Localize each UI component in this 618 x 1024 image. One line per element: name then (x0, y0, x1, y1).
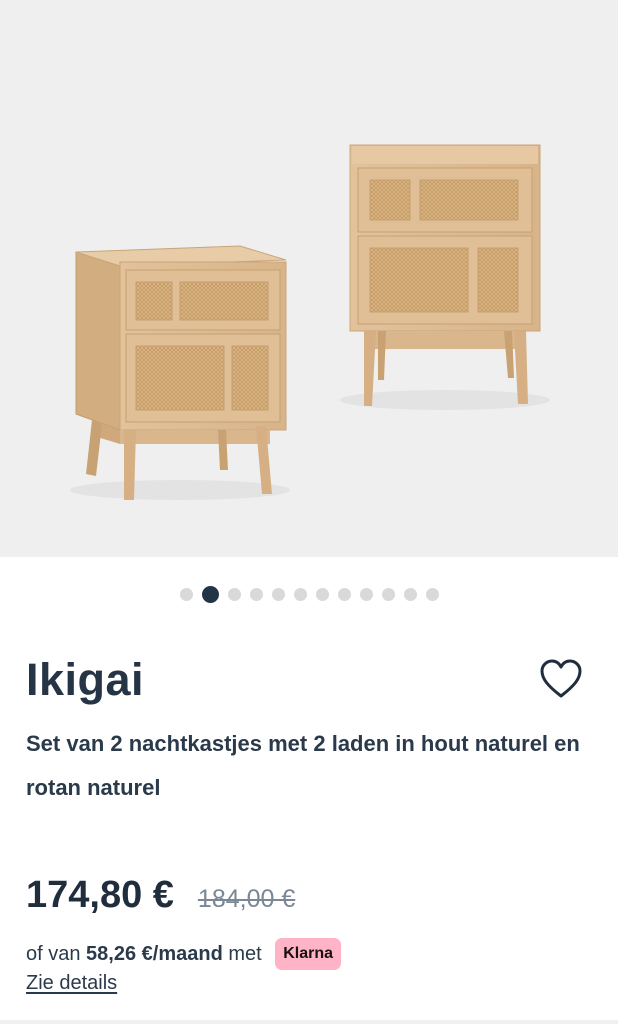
product-title: Set van 2 nachtkastjes met 2 laden in ho… (26, 731, 580, 800)
brand-name: Ikigai (26, 654, 145, 705)
carousel-dots (0, 585, 618, 603)
carousel-dot[interactable] (271, 587, 285, 601)
details-link[interactable]: Zie details (26, 972, 117, 995)
installment-info: of van 58,26 €/maand met Klarna (26, 938, 342, 970)
price-row: 174,80 € 184,00 € (26, 874, 295, 917)
installment-suffix: met (222, 942, 268, 965)
carousel-dot[interactable] (425, 587, 439, 601)
carousel-dot[interactable] (337, 587, 351, 601)
old-price: 184,00 € (197, 885, 296, 913)
product-image[interactable] (0, 0, 618, 557)
carousel-dot[interactable] (179, 587, 193, 601)
nightstand-right (349, 144, 541, 406)
installment-amount: 58,26 €/maand (86, 942, 223, 965)
carousel-dot[interactable] (315, 587, 329, 601)
current-price: 174,80 € (26, 874, 174, 916)
nightstand-left (75, 245, 287, 500)
divider (0, 1020, 618, 1024)
carousel-dot[interactable] (249, 587, 263, 601)
carousel-dot[interactable] (227, 587, 241, 601)
carousel-dot[interactable] (293, 587, 307, 601)
installment-prefix: of van (26, 942, 87, 965)
carousel-dot[interactable] (359, 587, 373, 601)
carousel-dot[interactable] (201, 585, 219, 603)
nightstand-set-illustration (70, 144, 550, 500)
wishlist-button[interactable] (538, 658, 584, 700)
carousel-dot[interactable] (381, 587, 395, 601)
carousel-dot[interactable] (403, 587, 417, 601)
product-page: Ikigai Set van 2 nachtkastjes met 2 lade… (0, 0, 618, 1024)
heart-outline-icon (540, 659, 582, 698)
klarna-badge[interactable]: Klarna (275, 938, 342, 970)
